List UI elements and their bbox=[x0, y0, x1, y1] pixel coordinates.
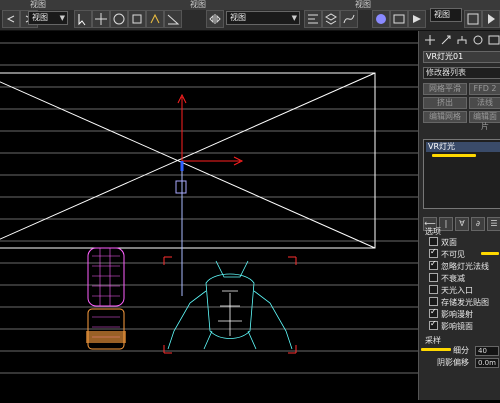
checkbox-skylight-portal[interactable] bbox=[429, 285, 438, 294]
hierarchy-tab-icon[interactable] bbox=[455, 33, 469, 47]
option-ignore-light-normals-label: 忽略灯光法线 bbox=[441, 262, 489, 271]
modifier-button-meshsmooth[interactable]: 网格平滑 bbox=[423, 83, 467, 95]
modify-tab-icon[interactable] bbox=[439, 33, 453, 47]
view-dropdown-value: 视图 bbox=[32, 13, 48, 22]
shadow-bias-spinner[interactable]: 0.0m bbox=[475, 358, 499, 368]
viewport-front[interactable] bbox=[0, 31, 418, 400]
undo-icon[interactable] bbox=[2, 10, 20, 28]
layer-icon[interactable] bbox=[322, 10, 340, 28]
render-view-dropdown[interactable]: 视图 bbox=[430, 8, 462, 22]
option-store-irradiance-label: 存储发光贴图 bbox=[441, 298, 489, 307]
object-name-field[interactable]: VR灯光01 bbox=[423, 51, 500, 63]
align-icon[interactable] bbox=[304, 10, 322, 28]
option-ignore-light-normals[interactable]: 忽略灯光法线 bbox=[429, 259, 489, 272]
character-wireframe bbox=[167, 260, 293, 350]
curve-icon[interactable] bbox=[340, 10, 358, 28]
stack-item-vr-light[interactable]: VR灯光 bbox=[426, 142, 500, 152]
checkbox-affect-specular[interactable] bbox=[429, 319, 438, 330]
selection-set-value: 视图 bbox=[230, 13, 246, 22]
options-section-header[interactable]: 选项 bbox=[419, 227, 500, 237]
modifier-list-dropdown[interactable]: 修改器列表 bbox=[423, 67, 500, 79]
option-affect-diffuse-label: 影响漫射 bbox=[441, 310, 473, 319]
option-store-irradiance[interactable]: 存储发光贴图 bbox=[429, 297, 489, 308]
menu-label-view-3[interactable]: 视图 bbox=[355, 0, 371, 10]
annotation-highlight-invisible bbox=[481, 252, 499, 255]
snap-icon[interactable] bbox=[146, 10, 164, 28]
modifier-button-extrude[interactable]: 挤出 bbox=[423, 97, 467, 109]
option-skylight-portal[interactable]: 天光入口 bbox=[429, 285, 473, 296]
checkbox-invisible[interactable] bbox=[429, 247, 438, 258]
chevron-down-icon: ▼ bbox=[59, 14, 65, 22]
annotation-highlight bbox=[432, 154, 476, 157]
subdivs-label: 细分 bbox=[453, 346, 469, 355]
menu-label-view[interactable]: 视图 bbox=[30, 0, 46, 10]
checkbox-no-decay[interactable] bbox=[429, 273, 438, 282]
option-affect-specular[interactable]: 影响镜面 bbox=[429, 319, 473, 332]
modifier-button-ffd[interactable]: FFD 2 bbox=[469, 83, 500, 95]
modifier-button-edit-mesh[interactable]: 编辑网格 bbox=[423, 111, 467, 123]
move-icon[interactable] bbox=[92, 10, 110, 28]
render-setup-icon[interactable] bbox=[390, 10, 408, 28]
checkbox-affect-diffuse[interactable] bbox=[429, 307, 438, 318]
sampling-section-header[interactable]: 采样 bbox=[419, 336, 500, 346]
modifier-button-edit-patch[interactable]: 编辑面片 bbox=[469, 111, 500, 131]
transform-gizmo bbox=[175, 93, 244, 194]
option-double-sided-label: 双面 bbox=[441, 238, 457, 247]
selection-set-dropdown[interactable]: 视图 ▼ bbox=[226, 11, 300, 25]
checkbox-store-irradiance[interactable] bbox=[429, 297, 438, 306]
rotate-icon[interactable] bbox=[110, 10, 128, 28]
shadow-bias-label: 阴影偏移 bbox=[437, 358, 469, 367]
menu-strip: 视图 视图 视图 bbox=[0, 0, 500, 10]
menu-label-view-2[interactable]: 视图 bbox=[190, 0, 206, 10]
create-tab-icon[interactable] bbox=[423, 33, 437, 47]
modifier-stack[interactable]: VR灯光 bbox=[423, 139, 500, 209]
option-no-decay[interactable]: 不衰减 bbox=[429, 273, 465, 284]
display-tab-icon[interactable] bbox=[487, 33, 500, 47]
option-affect-specular-label: 影响镜面 bbox=[441, 322, 473, 331]
command-panel: VR灯光01 修改器列表 网格平滑 FFD 2 挤出 法线 编辑网格 编辑面片 … bbox=[418, 31, 500, 400]
mirror-icon[interactable] bbox=[206, 10, 224, 28]
scale-icon[interactable] bbox=[128, 10, 146, 28]
render-frame-icon[interactable] bbox=[464, 10, 482, 28]
option-invisible-label: 不可见 bbox=[441, 250, 465, 259]
subdivs-spinner[interactable]: 40 bbox=[475, 346, 499, 356]
option-skylight-portal-label: 天光入口 bbox=[441, 286, 473, 295]
annotation-highlight-sampling bbox=[421, 348, 451, 351]
render-view-value: 视图 bbox=[434, 10, 450, 19]
checkbox-double-sided[interactable] bbox=[429, 237, 438, 246]
quick-render-icon[interactable] bbox=[482, 10, 500, 28]
modifier-button-normal[interactable]: 法线 bbox=[469, 97, 500, 109]
angle-snap-icon[interactable] bbox=[164, 10, 182, 28]
viewport-canvas[interactable] bbox=[0, 31, 418, 400]
material-icon[interactable] bbox=[372, 10, 390, 28]
render-icon[interactable] bbox=[408, 10, 426, 28]
option-no-decay-label: 不衰减 bbox=[441, 274, 465, 283]
main-toolbar: 视图 视图 视图 视图 ▼ 视图 ▼ 视图 bbox=[0, 0, 500, 31]
motion-tab-icon[interactable] bbox=[471, 33, 485, 47]
checkbox-ignore-light-normals[interactable] bbox=[429, 259, 438, 270]
chevron-down-icon: ▼ bbox=[291, 14, 297, 22]
view-dropdown[interactable]: 视图 ▼ bbox=[28, 11, 68, 25]
select-icon[interactable] bbox=[74, 10, 92, 28]
